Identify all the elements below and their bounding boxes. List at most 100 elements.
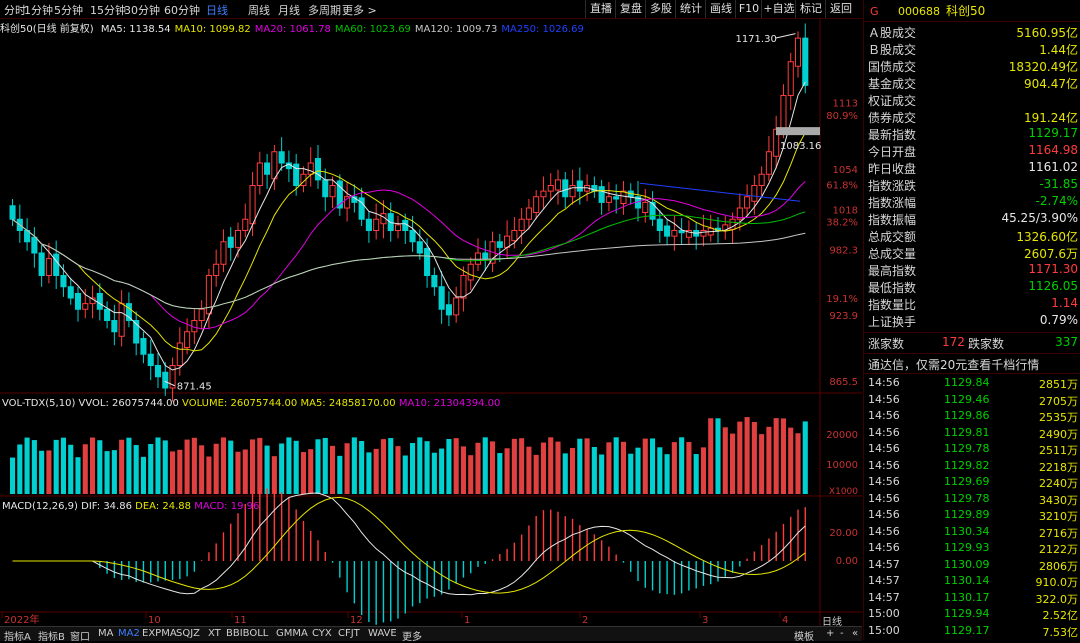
candle-body — [460, 275, 467, 299]
candle-body — [424, 248, 431, 276]
tick-volume: 2511万 — [1039, 444, 1078, 457]
indicator-tab[interactable]: EXPMA — [142, 628, 177, 639]
period-tab[interactable]: 5分钟 — [54, 2, 83, 18]
period-tab[interactable]: 月线 — [278, 2, 300, 18]
tick-time: 14:56 — [868, 508, 900, 521]
period-tab[interactable]: 60分钟 — [164, 2, 200, 18]
candle-body — [198, 308, 205, 321]
quote-row: 今日开盘 1164.98 — [868, 143, 1078, 160]
tick-row: 15:00 1129.17 7.53亿 — [868, 624, 1078, 640]
indicator-tab[interactable]: WAVE — [368, 628, 397, 639]
tick-volume: 2122万 — [1039, 543, 1078, 556]
indicator-tab[interactable]: 窗口 — [70, 628, 90, 643]
volume-bar — [424, 441, 430, 494]
period-tab[interactable]: 更多 > — [342, 2, 377, 18]
toolbar-button[interactable]: 统计 — [675, 0, 706, 18]
toolbar-button[interactable]: 复盘 — [615, 0, 646, 18]
indicator-tab[interactable]: CFJT — [338, 628, 360, 639]
volume-bar — [90, 437, 96, 494]
view-tab[interactable]: 日线 — [822, 613, 842, 628]
toolbar-button[interactable]: 画线 — [705, 0, 736, 18]
period-tab[interactable]: 15分钟 — [90, 2, 126, 18]
volume-bar — [366, 452, 372, 494]
x-axis-label: 4 — [782, 615, 788, 626]
tick-price: 1129.46 — [944, 392, 990, 406]
indicator-tab[interactable]: MA — [98, 628, 113, 639]
indicator-tab[interactable]: 更多 — [402, 628, 422, 643]
candle-body — [31, 236, 38, 254]
candle-body — [394, 224, 402, 231]
volume-bar — [250, 439, 256, 494]
x-axis-label: 1 — [464, 615, 470, 626]
indicator-tab[interactable]: BBIBOLL — [226, 628, 268, 639]
divider — [864, 353, 1080, 354]
tick-time: 14:57 — [868, 590, 900, 604]
indicator-tab[interactable]: XT — [208, 628, 221, 639]
candle-body — [322, 179, 329, 198]
volume-bar — [46, 450, 52, 494]
indicator-tab[interactable]: 指标B — [38, 628, 65, 643]
quote-label: 最新指数 — [868, 128, 917, 142]
indicator-tab[interactable]: CYX — [312, 628, 332, 639]
period-tab[interactable]: 30分钟 — [124, 2, 160, 18]
x-axis-label: 2022年 — [4, 613, 39, 626]
volume-value: VOLUME: 26075744.00 — [182, 398, 298, 409]
tick-time: 14:56 — [868, 425, 900, 439]
volume-ma10: MA10: 21304394.00 — [398, 398, 501, 409]
toolbar-button[interactable]: 直播 — [585, 0, 616, 18]
period-tab[interactable]: 日线 — [206, 2, 228, 18]
quote-value: 1.44亿 — [1039, 43, 1078, 57]
toolbar-button[interactable]: 标记 — [795, 0, 826, 18]
candle-body — [744, 196, 751, 209]
volume-bar — [599, 454, 605, 494]
candle-body — [416, 241, 423, 254]
volume-bar — [650, 438, 656, 494]
toolbar-button[interactable]: F10 — [735, 0, 762, 18]
indicator-tab[interactable]: GMMA — [276, 628, 308, 639]
tick-price: 1130.17 — [944, 590, 990, 604]
quote-value: 904.47亿 — [1024, 77, 1078, 91]
tick-price: 1129.78 — [944, 442, 990, 455]
toolbar-button[interactable]: +自选 — [761, 0, 796, 18]
candle-body — [329, 185, 336, 198]
volume-bar — [526, 446, 532, 494]
tick-row: 14:56 1129.84 2851万 — [868, 376, 1078, 392]
tick-time: 14:57 — [868, 574, 900, 587]
period-tab[interactable]: 周线 — [248, 2, 270, 18]
view-tab[interactable]: + — [826, 628, 834, 639]
view-tab[interactable]: 模板 — [794, 628, 814, 643]
period-tab[interactable]: 1分钟 — [24, 2, 53, 18]
ad-text[interactable]: 通达信，仅需20元查看千档行情 — [868, 356, 1039, 373]
ad-banner[interactable]: 通达信，仅需20元查看千档行情 — [868, 356, 1078, 373]
candle-body — [9, 205, 16, 220]
tick-time: 14:56 — [868, 491, 900, 505]
candle-body — [671, 230, 678, 237]
toolbar-button[interactable]: 返回 — [825, 0, 856, 18]
volume-bar — [482, 437, 488, 494]
macd-indicator-name: MACD(12,26,9) — [2, 501, 78, 512]
indicator-tab[interactable]: 指标A — [4, 628, 31, 643]
toolbar-button[interactable]: 多股 — [645, 0, 676, 18]
tick-volume: 2806万 — [1039, 559, 1078, 573]
breadth-row: 涨家数 172 跌家数 337 — [868, 335, 1078, 352]
view-tab[interactable]: - — [840, 628, 844, 639]
candle-body — [154, 365, 162, 378]
candle-body — [802, 37, 809, 86]
view-tab[interactable]: « — [852, 628, 858, 639]
candle-body — [307, 162, 314, 175]
tick-volume: 2218万 — [1039, 460, 1078, 474]
volume-bar — [337, 455, 343, 494]
tick-price: 1129.84 — [944, 376, 990, 389]
indicator-tab[interactable]: SQJZ — [176, 628, 200, 639]
chart-canvas[interactable]: 111310541018982.3923.9865.580.9%61.8%38.… — [0, 18, 862, 626]
period-tab[interactable]: 多周期 — [308, 2, 341, 18]
period-tab[interactable]: 分时 — [4, 2, 26, 18]
volume-bar — [773, 418, 779, 494]
volume-bar — [657, 447, 663, 494]
tick-volume: 2490万 — [1039, 427, 1078, 441]
tick-volume: 910.0万 — [1035, 576, 1079, 589]
indicator-tab[interactable]: MA2 — [118, 628, 140, 639]
candle-body — [125, 303, 132, 321]
volume-bar — [351, 437, 357, 494]
volume-bar — [475, 442, 481, 494]
